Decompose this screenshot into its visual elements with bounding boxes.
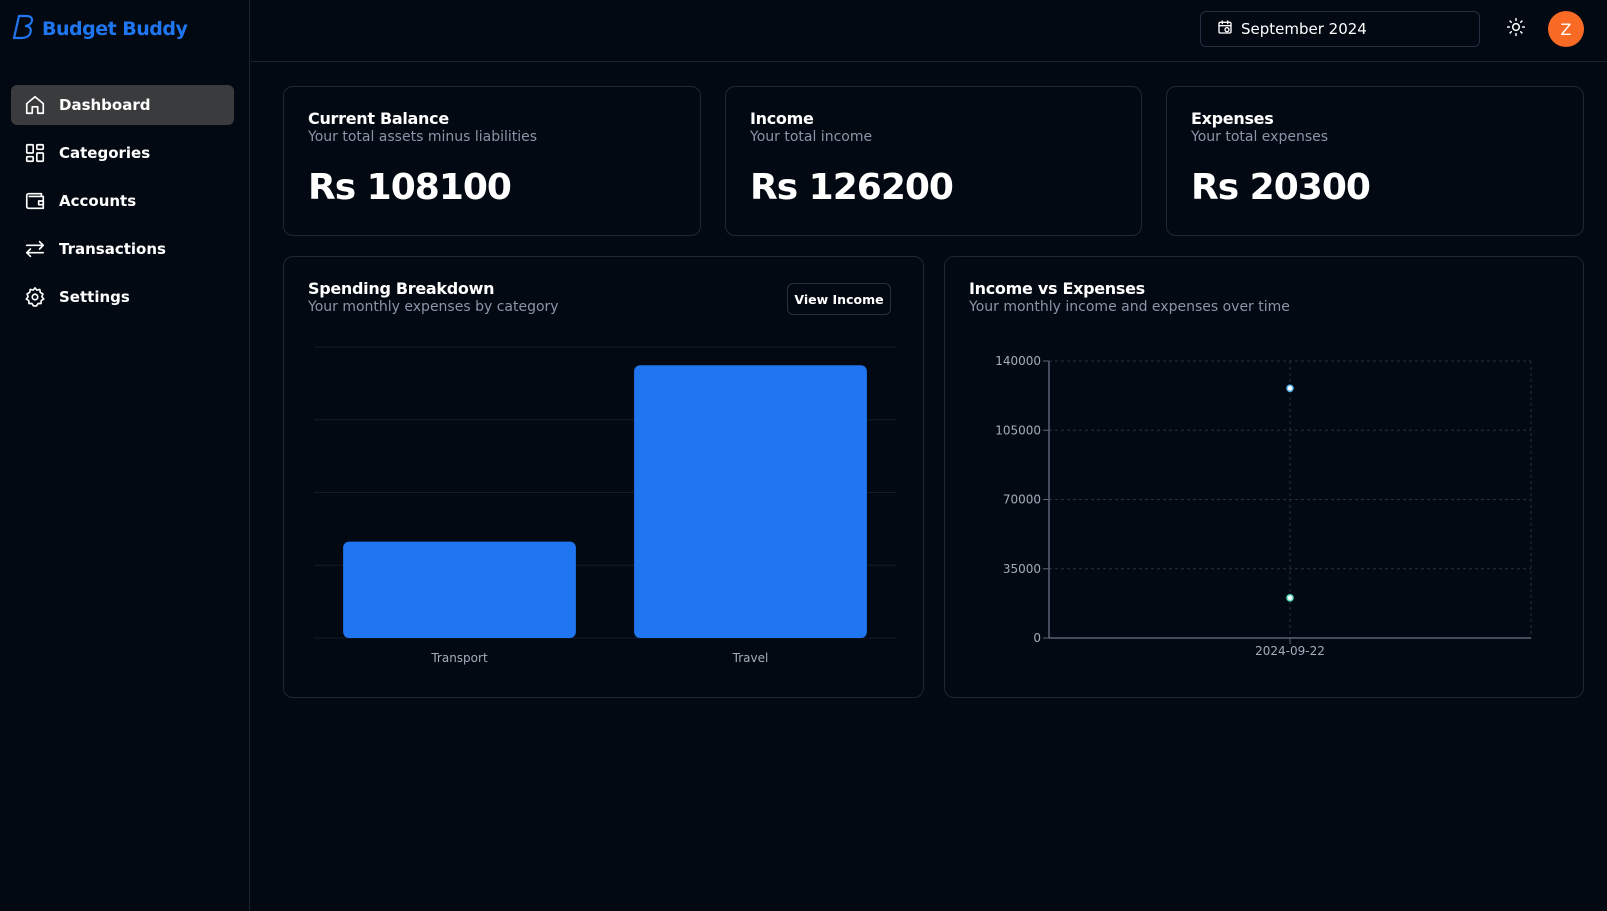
card-subtitle: Your total assets minus liabilities	[308, 129, 538, 145]
sidebar-item-label: Settings	[59, 288, 130, 306]
grid-icon	[24, 142, 46, 164]
income-point	[1286, 384, 1294, 393]
y-tick-label: 35000	[1003, 562, 1041, 576]
date-range-label: September 2024	[1241, 20, 1367, 38]
x-tick-label: 2024-09-22	[1255, 644, 1325, 658]
current-balance-card: Current Balance Your total assets minus …	[283, 86, 701, 236]
gear-icon	[24, 286, 46, 308]
avatar[interactable]: Z	[1548, 11, 1584, 47]
brand[interactable]: Budget Buddy	[12, 13, 188, 45]
y-tick-label: 105000	[995, 423, 1041, 437]
x-tick-label: Transport	[430, 651, 488, 665]
income-vs-expenses-card: Income vs Expenses Your monthly income a…	[944, 256, 1584, 698]
sidebar-item-settings[interactable]: Settings	[11, 277, 234, 317]
expense-point	[1286, 594, 1294, 602]
balance-value: Rs 108100	[308, 167, 512, 208]
logo-icon	[12, 13, 36, 45]
y-tick-label: 140000	[995, 354, 1041, 368]
sidebar-item-dashboard[interactable]: Dashboard	[11, 85, 234, 125]
sidebar-item-accounts[interactable]: Accounts	[11, 181, 234, 221]
income-expense-scatter-chart: 0 35000 70000 105000 140000 2024-09-22	[995, 354, 1532, 658]
sidebar-nav: Dashboard Categories Accounts Transactio…	[11, 85, 234, 325]
date-range-picker[interactable]: September 2024	[1200, 11, 1480, 47]
spending-bar-chart: Transport Travel	[314, 346, 896, 665]
arrows-icon	[24, 238, 46, 260]
card-subtitle: Your total income	[750, 129, 873, 145]
sidebar-item-label: Dashboard	[59, 96, 151, 114]
card-title: Current Balance	[308, 109, 449, 128]
expenses-card: Expenses Your total expenses Rs 20300	[1166, 86, 1584, 236]
y-tick-label: 0	[1033, 631, 1041, 645]
sidebar-item-label: Transactions	[59, 240, 166, 258]
sidebar-item-transactions[interactable]: Transactions	[11, 229, 234, 269]
x-tick-label: Travel	[732, 651, 769, 665]
sidebar-item-label: Categories	[59, 144, 151, 162]
app-name: Budget Buddy	[42, 18, 188, 40]
sidebar: Budget Buddy Dashboard Categories Accoun…	[0, 0, 250, 911]
sidebar-item-categories[interactable]: Categories	[11, 133, 234, 173]
wallet-icon	[24, 190, 46, 212]
spending-breakdown-card: Spending Breakdown Your monthly expenses…	[283, 256, 924, 698]
top-bar: September 2024 Z	[251, 0, 1607, 62]
bar	[343, 541, 576, 638]
home-icon	[24, 94, 46, 116]
sidebar-item-label: Accounts	[59, 192, 137, 210]
sun-icon	[1506, 17, 1526, 41]
y-tick-label: 70000	[1003, 493, 1041, 507]
theme-toggle-button[interactable]	[1503, 16, 1529, 42]
income-card: Income Your total income Rs 126200	[725, 86, 1142, 236]
card-title: Expenses	[1191, 109, 1274, 128]
calendar-icon	[1217, 19, 1233, 39]
card-title: Income	[750, 109, 814, 128]
bar	[634, 365, 867, 638]
expenses-value: Rs 20300	[1191, 167, 1371, 208]
card-subtitle: Your total expenses	[1191, 129, 1329, 145]
income-value: Rs 126200	[750, 167, 954, 208]
